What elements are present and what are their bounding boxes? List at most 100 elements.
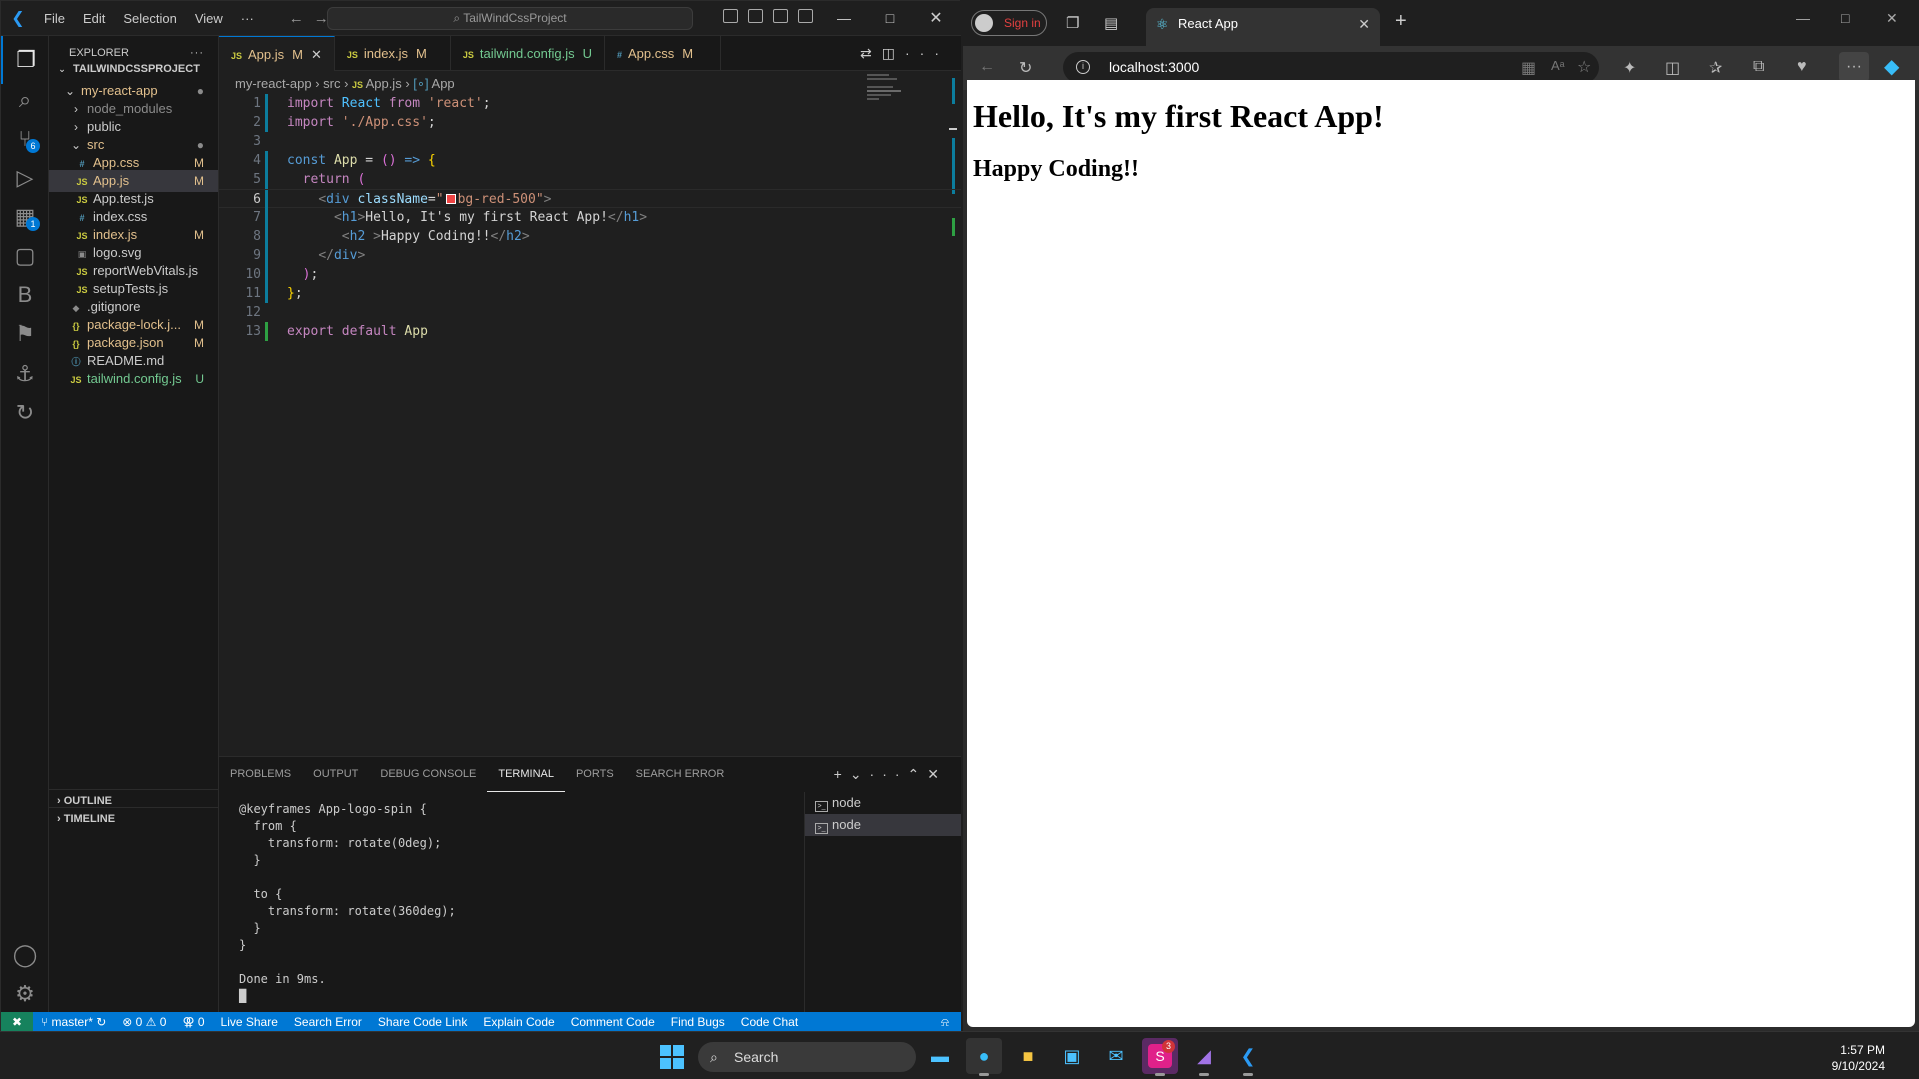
terminal-list: >_ node >_ node bbox=[804, 792, 961, 1013]
app-available-icon[interactable]: ▦ bbox=[1521, 58, 1536, 78]
panel-actions[interactable]: +⌄···⌃✕ bbox=[834, 757, 947, 792]
project-root[interactable]: ⌄ TAILWINDCSSPROJECT bbox=[49, 58, 218, 80]
gear-icon[interactable]: ⚙ bbox=[1, 970, 49, 1018]
menu-view[interactable]: View bbox=[186, 11, 232, 26]
status-comment-code[interactable]: Comment Code bbox=[563, 1012, 663, 1032]
settings-more-icon[interactable]: ··· bbox=[1839, 52, 1869, 82]
file-type-icon: JS bbox=[70, 375, 82, 385]
editor-tab[interactable]: # App.css M bbox=[605, 36, 721, 71]
menu-file[interactable]: File bbox=[35, 11, 74, 26]
status-code-chat[interactable]: Code Chat bbox=[733, 1012, 806, 1032]
notifications-icon[interactable]: ⍾ bbox=[933, 1012, 961, 1032]
breadcrumb-item[interactable]: src bbox=[323, 76, 340, 91]
slack-app-icon[interactable]: S 3 bbox=[1142, 1038, 1178, 1076]
copilot-icon[interactable]: ◆ bbox=[1884, 54, 1899, 79]
panel-tab-terminal[interactable]: TERMINAL bbox=[487, 757, 565, 792]
system-clock[interactable]: 1:57 PM 9/10/2024 bbox=[1832, 1042, 1885, 1074]
editor-tab[interactable]: JS tailwind.config.js U bbox=[451, 36, 605, 71]
file-explorer-icon[interactable]: ■ bbox=[1010, 1038, 1046, 1074]
toggle-primary-sidebar-icon[interactable] bbox=[723, 9, 738, 23]
tab-label: App.css bbox=[627, 46, 675, 61]
start-button[interactable] bbox=[660, 1045, 684, 1069]
visual-studio-icon[interactable]: ◢ bbox=[1186, 1038, 1222, 1076]
minimize-icon[interactable]: — bbox=[1796, 10, 1810, 26]
status-share-code-link[interactable]: Share Code Link bbox=[370, 1012, 475, 1032]
status-find-bugs[interactable]: Find Bugs bbox=[663, 1012, 733, 1032]
mail-app-icon[interactable]: ✉ bbox=[1098, 1038, 1134, 1074]
minimize-icon[interactable]: — bbox=[821, 1, 867, 36]
back-icon[interactable]: ← bbox=[979, 58, 995, 76]
address-bar[interactable]: i localhost:3000 ▦ Aᵃ ☆ bbox=[1063, 52, 1599, 83]
tree-item[interactable]: JS tailwind.config.js U bbox=[49, 368, 218, 390]
collections-icon[interactable]: ⧉ bbox=[1753, 58, 1764, 76]
code-line: 3 bbox=[219, 132, 961, 151]
edge-app-icon[interactable]: ● bbox=[966, 1038, 1002, 1076]
panel-tab-problems[interactable]: PROBLEMS bbox=[219, 757, 302, 792]
toggle-secondary-sidebar-icon[interactable] bbox=[773, 9, 788, 23]
breadcrumb-item[interactable]: App bbox=[432, 76, 455, 91]
ports-status[interactable]: ⚢ 0 bbox=[174, 1012, 212, 1032]
taskbar-search[interactable]: ⌕ Search bbox=[698, 1042, 916, 1072]
panel-tab-search-error[interactable]: SEARCH ERROR bbox=[625, 757, 736, 792]
menu-bar: File Edit Selection View ··· bbox=[35, 11, 263, 26]
terminal-instance[interactable]: >_ node bbox=[805, 814, 961, 836]
site-info-icon[interactable]: i bbox=[1076, 60, 1090, 74]
panel-tab-ports[interactable]: PORTS bbox=[565, 757, 625, 792]
browser-titlebar: Sign in ❐ ▤ ⚛ React App ✕ + — □ ✕ bbox=[963, 0, 1919, 46]
browser-tab-react-app[interactable]: ⚛ React App ✕ bbox=[1146, 8, 1380, 46]
page-heading: Hello, It's my first React App! bbox=[973, 98, 1384, 134]
tree-item-label: public bbox=[87, 119, 121, 134]
remote-icon[interactable]: ✖ bbox=[1, 1012, 33, 1032]
profile-button[interactable]: Sign in bbox=[971, 10, 1047, 36]
problems-status[interactable]: ⊗ 0 ⚠ 0 bbox=[114, 1012, 174, 1032]
file-type-icon: JS bbox=[231, 51, 243, 61]
panel-tab-output[interactable]: OUTPUT bbox=[302, 757, 369, 792]
tree-item-label: my-react-app bbox=[81, 83, 158, 98]
code-text: return ( bbox=[302, 172, 366, 187]
timeline-section[interactable]: › TIMELINE bbox=[49, 807, 218, 829]
extensions-icon[interactable]: ✦ bbox=[1623, 58, 1636, 78]
workspaces-icon[interactable]: ❐ bbox=[1066, 14, 1079, 32]
toggle-panel-icon[interactable] bbox=[748, 9, 763, 23]
customize-layout-icon[interactable] bbox=[798, 9, 813, 23]
vscode-app-icon[interactable]: ❮ bbox=[1230, 1038, 1266, 1076]
close-tab-icon[interactable]: ✕ bbox=[311, 47, 322, 62]
favorite-star-icon[interactable]: ☆ bbox=[1577, 57, 1591, 77]
status-explain-code[interactable]: Explain Code bbox=[475, 1012, 562, 1032]
maximize-icon[interactable]: □ bbox=[867, 1, 913, 36]
maximize-icon[interactable]: □ bbox=[1841, 10, 1849, 26]
split-screen-icon[interactable]: ◫ bbox=[1665, 58, 1680, 78]
branch-status[interactable]: ⑂ master* ↻ bbox=[33, 1012, 114, 1032]
favorites-icon[interactable]: ✰ bbox=[1709, 58, 1722, 78]
refresh-icon[interactable]: ↻ bbox=[1019, 58, 1032, 78]
panel-tab-debug-console[interactable]: DEBUG CONSOLE bbox=[369, 757, 487, 792]
tab-actions-icon[interactable]: ▤ bbox=[1104, 14, 1118, 32]
editor-tab[interactable]: JS index.js M bbox=[335, 36, 451, 71]
new-tab-icon[interactable]: + bbox=[1395, 10, 1407, 33]
menu-more[interactable]: ··· bbox=[232, 11, 263, 26]
menu-edit[interactable]: Edit bbox=[74, 11, 114, 26]
breadcrumb-item[interactable]: App.js bbox=[366, 76, 402, 91]
command-center-search[interactable]: ⌕ TailWindCssProject bbox=[327, 7, 693, 30]
read-aloud-icon[interactable]: Aᵃ bbox=[1551, 58, 1565, 73]
terminal-line: } bbox=[239, 921, 261, 935]
editor-tab[interactable]: JS App.js M ✕ bbox=[219, 36, 335, 71]
code-editor[interactable]: 1 import React from 'react'; 2 import './Ap… bbox=[219, 94, 961, 341]
close-window-icon[interactable]: ✕ bbox=[1886, 10, 1898, 27]
desktop-app-icon[interactable]: ▬ bbox=[922, 1038, 958, 1074]
close-window-icon[interactable]: ✕ bbox=[913, 1, 959, 36]
breadcrumb-item[interactable]: my-react-app bbox=[235, 76, 312, 91]
status-search-error[interactable]: Search Error bbox=[286, 1012, 370, 1032]
line-number: 10 bbox=[245, 267, 261, 282]
live-share-activity-icon[interactable]: ↻ bbox=[1, 389, 49, 437]
status-live-share[interactable]: Live Share bbox=[213, 1012, 286, 1032]
menu-selection[interactable]: Selection bbox=[114, 11, 185, 26]
terminal-output[interactable]: @keyframes App-logo-spin { from { transf… bbox=[239, 801, 799, 1005]
close-tab-icon[interactable]: ✕ bbox=[1358, 8, 1370, 40]
browser-essentials-icon[interactable]: ♥ bbox=[1797, 58, 1807, 76]
editor-actions[interactable]: ⇄◫··· bbox=[860, 36, 949, 71]
terminal-instance[interactable]: >_ node bbox=[805, 792, 961, 814]
terminal-icon: >_ bbox=[815, 823, 828, 834]
store-app-icon[interactable]: ▣ bbox=[1054, 1038, 1090, 1074]
